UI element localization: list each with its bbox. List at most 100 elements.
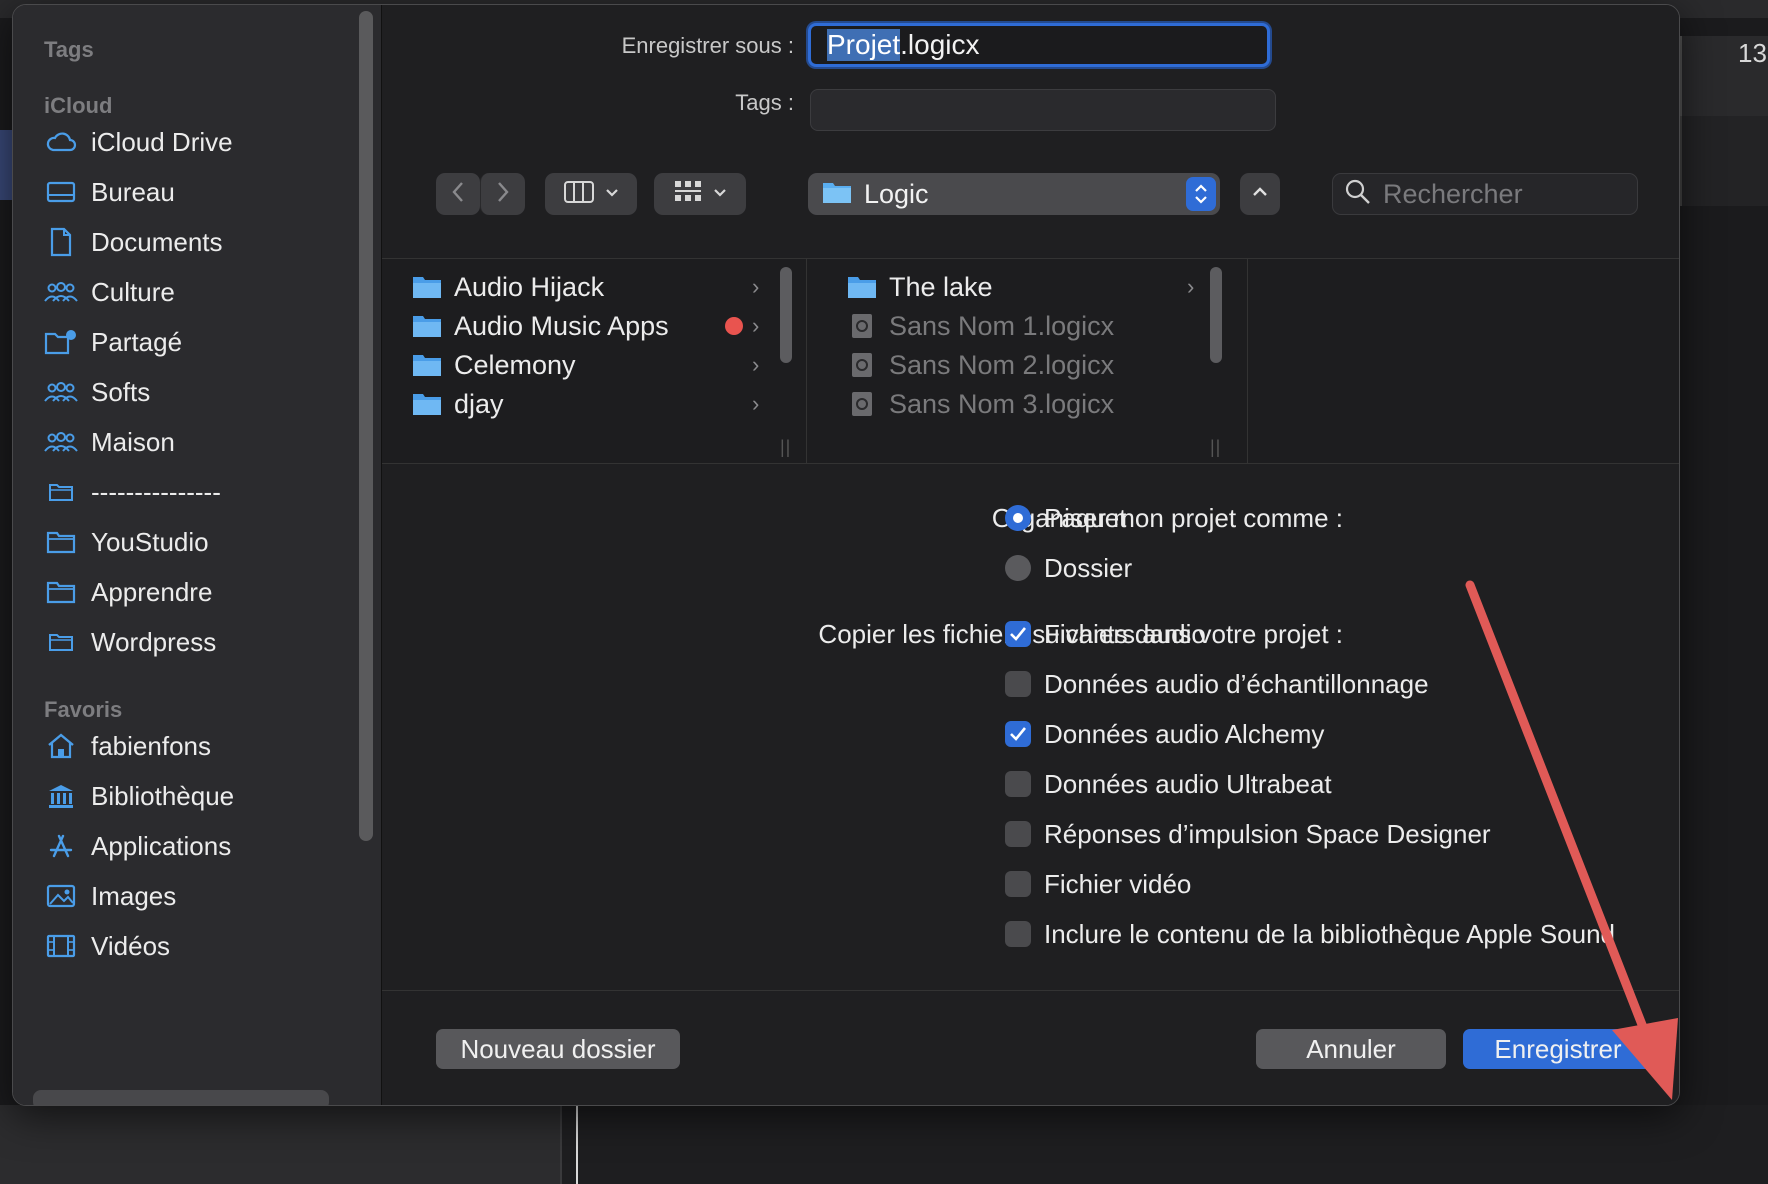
footer-divider [382,990,1679,991]
file-row[interactable]: Sans Nom 3.logicx [847,384,1287,424]
checkbox-donnees-alchemy[interactable] [1005,721,1031,747]
checkbox-apple-sound-library[interactable] [1005,921,1031,947]
folder-name: djay [454,388,504,419]
filename-selected-text: Projet [827,29,901,61]
group-by-button[interactable] [654,173,746,215]
sidebar-item-images[interactable]: Images [43,874,176,918]
sidebar-scrollbar[interactable] [359,11,373,841]
sidebar-item-icloud-drive[interactable]: iCloud Drive [43,120,233,164]
folder-row[interactable]: Audio Hijack › [412,267,836,307]
checkbox-label: Fichier vidéo [1044,869,1192,899]
sidebar: Tags iCloud iCloud Drive Bureau Document… [13,5,382,1105]
folder-icon [413,394,441,415]
background-app-region [0,130,12,200]
sidebar-item-label: YouStudio [91,526,209,557]
search-input[interactable] [1381,177,1615,211]
sidebar-item-apprendre[interactable]: Apprendre [43,570,212,614]
chevron-right-icon [496,181,510,208]
column-scrollbar[interactable] [1210,267,1222,363]
checkbox-space-designer[interactable] [1005,821,1031,847]
back-button[interactable] [436,173,480,215]
chevron-right-icon: › [752,274,760,299]
new-folder-button[interactable]: Nouveau dossier [436,1029,680,1069]
folder-icon [43,476,79,508]
checkbox-label: Données audio d’échantillonnage [1044,669,1429,699]
tags-label: Tags : [735,90,794,115]
checkbox-label: Réponses d’impulsion Space Designer [1044,819,1491,849]
location-popup[interactable]: Logic [808,173,1220,215]
sidebar-item-documents[interactable]: Documents [43,220,223,264]
column-resize-handle[interactable]: || [780,437,791,458]
sidebar-item-selected-partial[interactable] [33,1090,329,1105]
sidebar-section-icloud: iCloud [44,93,113,118]
radio-paquet[interactable] [1005,505,1031,531]
save-dialog: Tags iCloud iCloud Drive Bureau Document… [12,4,1680,1106]
folder-name: The lake [889,271,993,302]
sidebar-item-label: Images [91,880,177,911]
sidebar-item-wordpress[interactable]: Wordpress [43,620,216,664]
library-icon [43,780,79,812]
folder-icon [43,626,79,658]
tags-field[interactable] [810,89,1276,131]
checkbox-donnees-ultrabeat[interactable] [1005,771,1031,797]
column-resize-handle[interactable]: || [1210,437,1221,458]
save-as-label: Enregistrer sous : [621,33,794,58]
sidebar-item-separator-folder[interactable]: --------------- [43,470,221,514]
sidebar-item-label: Bureau [91,176,175,207]
sidebar-item-label: Culture [91,276,175,307]
file-name: Sans Nom 3.logicx [889,388,1115,419]
timeline-bar-number: 13 [1738,38,1767,68]
radio-label-dossier: Dossier [1044,553,1133,583]
sidebar-item-culture[interactable]: Culture [43,270,175,314]
chevron-right-icon: › [752,313,760,338]
filename-extension: .logicx [900,29,980,60]
background-app-panel [0,1105,562,1184]
columns-view-icon [563,180,595,209]
images-icon [43,880,79,912]
document-icon [43,226,79,258]
folder-row[interactable]: Celemony › [412,345,836,385]
folder-row[interactable]: djay › [412,384,836,424]
shared-folder-icon [43,326,79,358]
red-tag-dot-icon [725,317,743,335]
sidebar-item-softs[interactable]: Softs [43,370,150,414]
folder-icon [43,576,79,608]
sidebar-item-label: iCloud Drive [91,126,233,157]
sidebar-item-label: Vidéos [91,930,171,961]
view-mode-button[interactable] [545,173,637,215]
sidebar-item-label: Apprendre [91,576,213,607]
sidebar-item-videos[interactable]: Vidéos [43,924,170,968]
radio-dossier[interactable] [1005,555,1031,581]
checkbox-fichiers-audio[interactable] [1005,621,1031,647]
sidebar-item-bibliotheque[interactable]: Bibliothèque [43,774,234,818]
checkmark-icon [1010,727,1027,741]
applications-icon [43,830,79,862]
filename-field[interactable]: Projet .logicx [808,23,1270,67]
shared-group-icon [43,276,79,308]
folder-row[interactable]: Audio Music Apps › [412,306,836,346]
radio-label-paquet: Paquet [1044,503,1127,533]
sidebar-item-label: Applications [91,830,232,861]
sidebar-item-youstudio[interactable]: YouStudio [43,520,209,564]
sidebar-section-favoris: Favoris [44,697,123,722]
column-browser: Audio Hijack › Audio Music Apps › Celemo… [382,258,1679,464]
logic-project-file-icon [852,353,872,377]
collapse-button[interactable] [1240,173,1280,215]
cancel-button[interactable]: Annuler [1256,1029,1446,1069]
sidebar-item-maison[interactable]: Maison [43,420,175,464]
browser-column-1: Audio Hijack › Audio Music Apps › Celemo… [382,259,806,463]
column-scrollbar[interactable] [780,267,792,363]
forward-button[interactable] [480,173,525,215]
sidebar-item-partage[interactable]: Partagé [43,320,182,364]
sidebar-item-fabienfons[interactable]: fabienfons [43,724,211,768]
sidebar-item-bureau[interactable]: Bureau [43,170,175,214]
sidebar-item-applications[interactable]: Applications [43,824,231,868]
save-button[interactable]: Enregistrer [1463,1029,1653,1069]
search-field[interactable] [1332,173,1638,215]
checkbox-fichier-video[interactable] [1005,871,1031,897]
checkbox-donnees-echantillonnage[interactable] [1005,671,1031,697]
sidebar-item-label: fabienfons [91,730,211,761]
sidebar-item-label: Partagé [91,326,183,357]
film-icon [43,930,79,962]
chevron-right-icon: › [752,391,760,416]
